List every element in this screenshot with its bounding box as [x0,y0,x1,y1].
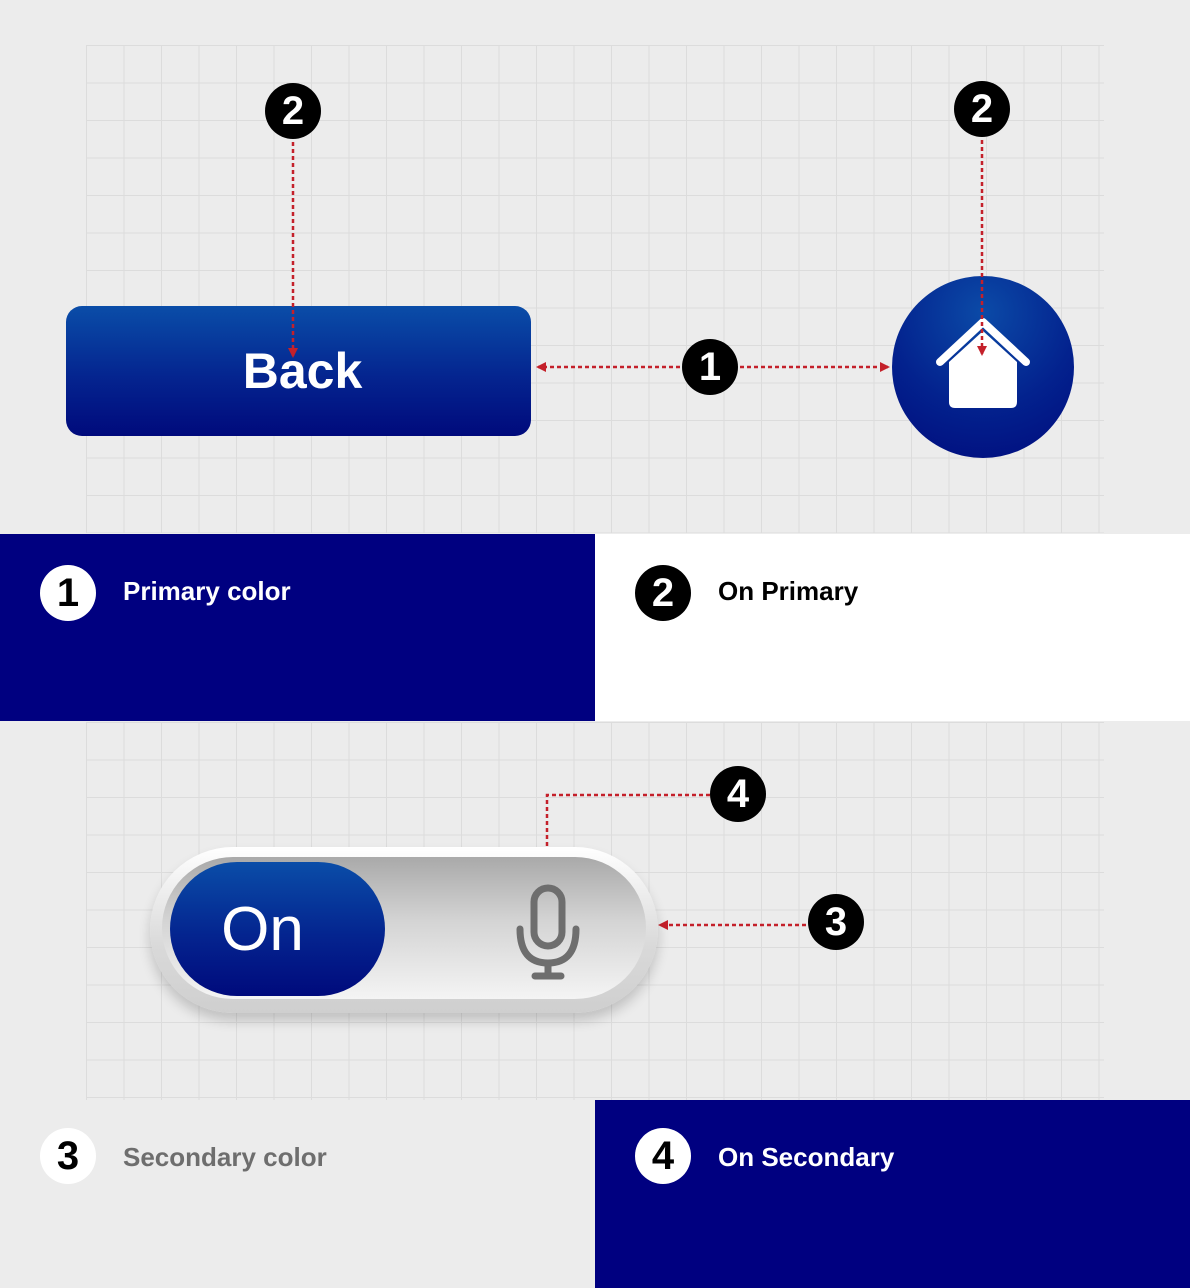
legend-primary-badge: 1 [40,565,96,621]
back-button[interactable]: Back [66,306,531,436]
marker-badge-1: 1 [682,339,738,395]
legend-on-primary-badge: 2 [635,565,691,621]
legend-secondary-badge: 3 [40,1128,96,1184]
legend-secondary-label: Secondary color [123,1142,327,1172]
legend-secondary-swatch: 3 Secondary color [0,1100,595,1288]
marker-badge-3: 3 [808,894,864,950]
marker-badge-2-back: 2 [265,83,321,139]
legend-primary-label: Primary color [123,576,291,606]
toggle-switch[interactable]: On [150,847,658,1013]
legend-on-secondary-label: On Secondary [718,1142,895,1172]
home-icon [936,318,1030,408]
legend-on-secondary-badge: 4 [635,1128,691,1184]
legend-primary-swatch: 1 Primary color [0,534,595,721]
microphone-icon [516,884,580,980]
toggle-knob-on[interactable]: On [170,862,385,996]
marker-badge-4: 4 [710,766,766,822]
home-button[interactable] [892,276,1074,458]
marker-badge-2-home: 2 [954,81,1010,137]
legend-on-primary-swatch: 2 On Primary [595,534,1190,721]
legend-on-secondary-swatch: 4 On Secondary [595,1100,1190,1288]
legend-on-primary-label: On Primary [718,576,859,606]
